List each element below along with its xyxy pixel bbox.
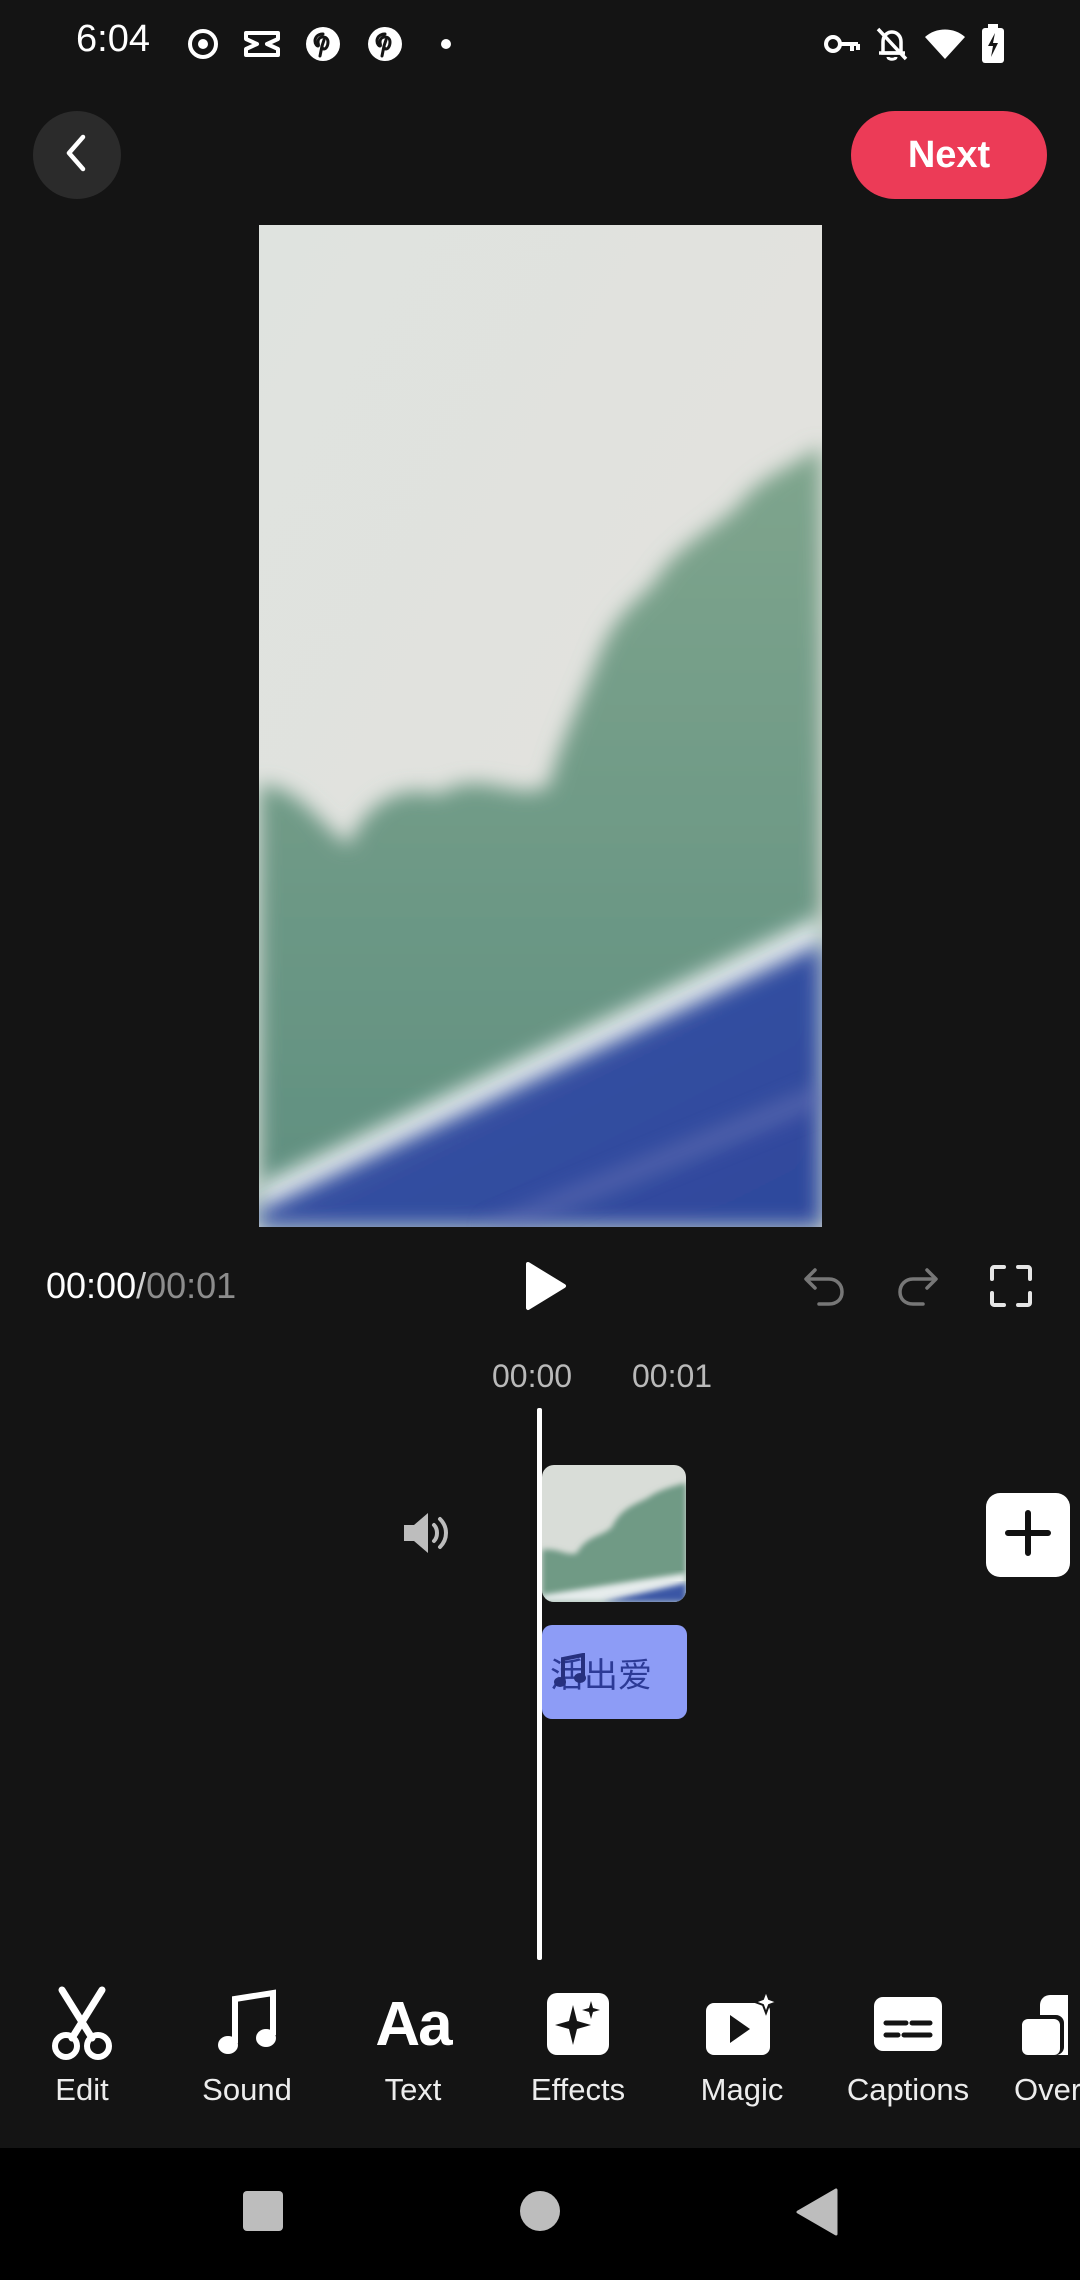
tool-label: Sound	[202, 2072, 292, 2107]
total-time: 00:01	[146, 1265, 237, 1306]
tool-text[interactable]: Aa Text	[338, 1978, 488, 2128]
status-bar: 6:04	[0, 0, 1080, 88]
chevron-left-icon	[61, 133, 93, 178]
clip-volume-button[interactable]	[398, 1505, 454, 1561]
add-clip-button[interactable]	[986, 1493, 1070, 1577]
redo-button[interactable]	[888, 1258, 948, 1318]
volume-icon	[398, 1513, 454, 1565]
magic-play-icon	[702, 1984, 782, 2064]
vpn-key-icon	[822, 24, 862, 64]
tool-magic[interactable]: Magic	[667, 1978, 817, 2128]
play-button[interactable]	[514, 1258, 574, 1318]
editor-toolbar: Edit Sound Aa Text Effects Magic Caption…	[0, 1978, 1080, 2148]
music-note-icon	[207, 1984, 287, 2064]
next-button[interactable]: Next	[851, 111, 1047, 199]
time-separator: /	[136, 1265, 147, 1306]
tool-effects[interactable]: Effects	[503, 1978, 653, 2128]
video-clip-thumbnail[interactable]	[542, 1465, 686, 1602]
recents-button[interactable]	[242, 2190, 284, 2232]
notifications-off-icon	[872, 24, 912, 64]
time-readout: 00:00/00:01	[46, 1265, 236, 1307]
target-icon	[186, 24, 220, 64]
tool-sound[interactable]: Sound	[172, 1978, 322, 2128]
tool-label: Magic	[700, 2072, 784, 2107]
back-button[interactable]	[33, 111, 121, 199]
square-icon	[242, 2191, 284, 2236]
video-preview[interactable]	[259, 225, 822, 1227]
tool-captions[interactable]: Captions	[833, 1978, 983, 2128]
sparkle-icon	[538, 1984, 618, 2064]
pinterest-icon	[366, 24, 404, 64]
fullscreen-icon	[988, 1263, 1034, 1314]
status-time: 6:04	[76, 18, 150, 60]
redo-icon	[895, 1264, 941, 1313]
pinterest-icon	[304, 24, 342, 64]
play-icon	[520, 1260, 568, 1317]
tool-edit[interactable]: Edit	[7, 1978, 157, 2128]
system-nav-bar	[0, 2148, 1080, 2280]
text-aa-icon: Aa	[375, 1989, 452, 2059]
home-button[interactable]	[519, 2190, 561, 2232]
current-time: 00:00	[46, 1265, 137, 1306]
overlay-icon	[998, 1984, 1078, 2064]
captions-icon	[868, 1984, 948, 2064]
triangle-back-icon	[794, 2188, 838, 2240]
scissors-icon	[42, 1984, 122, 2064]
wifi-icon	[922, 24, 968, 64]
timeline-tick: 00:01	[632, 1358, 713, 1394]
undo-icon	[801, 1264, 847, 1313]
timeline-tick: 00:00	[492, 1358, 573, 1394]
capcut-icon	[242, 24, 282, 64]
tool-label: Captions	[846, 2072, 970, 2107]
tool-label: Effects	[530, 2072, 626, 2107]
fullscreen-button[interactable]	[981, 1258, 1041, 1318]
dot-icon	[436, 24, 456, 64]
playhead[interactable]	[537, 1408, 542, 1960]
tool-label: Text	[384, 2072, 442, 2107]
undo-button[interactable]	[794, 1258, 854, 1318]
plus-icon	[1004, 1509, 1052, 1562]
circle-icon	[519, 2191, 561, 2236]
back-nav-button[interactable]	[794, 2188, 838, 2236]
tool-label: Overlay	[1014, 2072, 1080, 2107]
battery-charging-icon	[978, 24, 1008, 64]
music-note-icon	[553, 1652, 587, 1689]
tool-overlay[interactable]: Overlay	[998, 1978, 1080, 2128]
tool-label: Edit	[55, 2072, 109, 2107]
